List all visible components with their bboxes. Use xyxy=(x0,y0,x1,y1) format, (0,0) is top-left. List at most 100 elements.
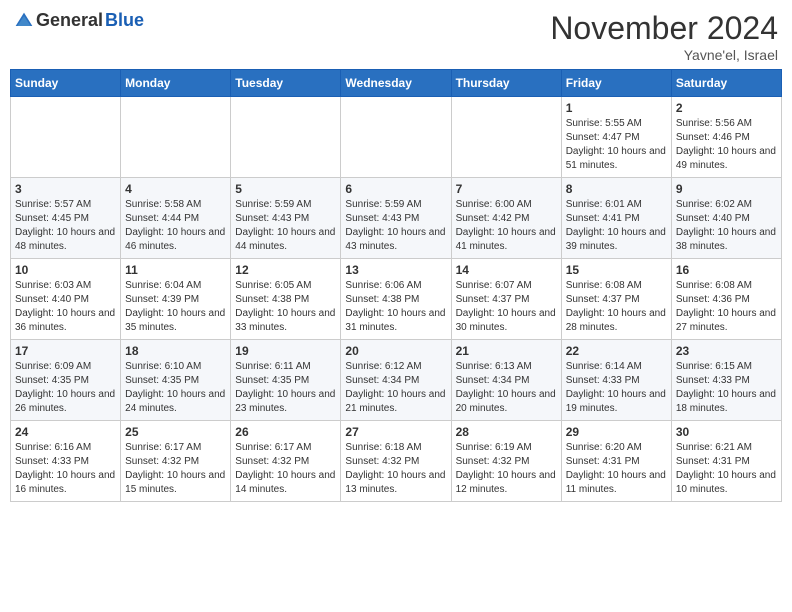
calendar-cell: 16 Sunrise: 6:08 AM Sunset: 4:36 PM Dayli… xyxy=(671,259,781,340)
day-number: 2 xyxy=(676,101,777,115)
calendar-cell: 22Sunrise: 6:14 AM Sunset: 4:33 PM Dayli… xyxy=(561,340,671,421)
day-number: 23 xyxy=(676,344,777,358)
day-number: 18 xyxy=(125,344,226,358)
day-info: Sunrise: 6:08 AM Sunset: 4:37 PM Dayligh… xyxy=(566,279,667,335)
calendar-cell: 24 Sunrise: 6:16 AM Sunset: 4:33 PM Dayli… xyxy=(11,421,121,502)
calendar-cell: 21Sunrise: 6:13 AM Sunset: 4:34 PM Dayli… xyxy=(451,340,561,421)
logo-blue-text: Blue xyxy=(105,10,144,31)
day-info: Sunrise: 5:57 AM Sunset: 4:45 PM Dayligh… xyxy=(15,198,116,254)
weekday-thursday: Thursday xyxy=(451,70,561,97)
calendar-cell: 29 Sunrise: 6:20 AM Sunset: 4:31 PM Dayli… xyxy=(561,421,671,502)
calendar-cell: 17 Sunrise: 6:09 AM Sunset: 4:35 PM Dayli… xyxy=(11,340,121,421)
calendar-cell: 2 Sunrise: 5:56 AM Sunset: 4:46 PM Daylig… xyxy=(671,97,781,178)
day-info: Sunrise: 6:13 AM Sunset: 4:34 PM Dayligh… xyxy=(456,360,557,416)
day-info: Sunrise: 6:15 AM Sunset: 4:33 PM Dayligh… xyxy=(676,360,777,416)
calendar-cell: 26Sunrise: 6:17 AM Sunset: 4:32 PM Dayli… xyxy=(231,421,341,502)
title-section: November 2024 Yavne'el, Israel xyxy=(550,10,778,63)
weekday-sunday: Sunday xyxy=(11,70,121,97)
day-info: Sunrise: 6:21 AM Sunset: 4:31 PM Dayligh… xyxy=(676,441,777,497)
day-info: Sunrise: 6:09 AM Sunset: 4:35 PM Dayligh… xyxy=(15,360,116,416)
day-info: Sunrise: 6:19 AM Sunset: 4:32 PM Dayligh… xyxy=(456,441,557,497)
calendar-cell: 27Sunrise: 6:18 AM Sunset: 4:32 PM Dayli… xyxy=(341,421,451,502)
day-info: Sunrise: 6:06 AM Sunset: 4:38 PM Dayligh… xyxy=(345,279,446,335)
calendar-week-1: 3 Sunrise: 5:57 AM Sunset: 4:45 PM Daylig… xyxy=(11,178,782,259)
day-info: Sunrise: 6:17 AM Sunset: 4:32 PM Dayligh… xyxy=(125,441,226,497)
calendar-cell: 1 Sunrise: 5:55 AM Sunset: 4:47 PM Daylig… xyxy=(561,97,671,178)
day-number: 3 xyxy=(15,182,116,196)
day-number: 30 xyxy=(676,425,777,439)
day-info: Sunrise: 6:02 AM Sunset: 4:40 PM Dayligh… xyxy=(676,198,777,254)
day-info: Sunrise: 6:12 AM Sunset: 4:34 PM Dayligh… xyxy=(345,360,446,416)
calendar-week-3: 17 Sunrise: 6:09 AM Sunset: 4:35 PM Dayli… xyxy=(11,340,782,421)
calendar-week-4: 24 Sunrise: 6:16 AM Sunset: 4:33 PM Dayli… xyxy=(11,421,782,502)
day-info: Sunrise: 6:05 AM Sunset: 4:38 PM Dayligh… xyxy=(235,279,336,335)
calendar-cell: 6 Sunrise: 5:59 AM Sunset: 4:43 PM Daylig… xyxy=(341,178,451,259)
calendar-cell: 13 Sunrise: 6:06 AM Sunset: 4:38 PM Dayli… xyxy=(341,259,451,340)
calendar-week-0: 1 Sunrise: 5:55 AM Sunset: 4:47 PM Daylig… xyxy=(11,97,782,178)
day-number: 24 xyxy=(15,425,116,439)
day-info: Sunrise: 5:58 AM Sunset: 4:44 PM Dayligh… xyxy=(125,198,226,254)
day-number: 4 xyxy=(125,182,226,196)
day-info: Sunrise: 6:03 AM Sunset: 4:40 PM Dayligh… xyxy=(15,279,116,335)
day-info: Sunrise: 6:14 AM Sunset: 4:33 PM Dayligh… xyxy=(566,360,667,416)
calendar-cell xyxy=(121,97,231,178)
calendar-cell: 20 Sunrise: 6:12 AM Sunset: 4:34 PM Dayli… xyxy=(341,340,451,421)
day-number: 5 xyxy=(235,182,336,196)
calendar-cell: 23 Sunrise: 6:15 AM Sunset: 4:33 PM Dayli… xyxy=(671,340,781,421)
calendar-week-2: 10 Sunrise: 6:03 AM Sunset: 4:40 PM Dayli… xyxy=(11,259,782,340)
logo: General Blue xyxy=(14,10,144,31)
day-number: 10 xyxy=(15,263,116,277)
day-info: Sunrise: 5:59 AM Sunset: 4:43 PM Dayligh… xyxy=(345,198,446,254)
location-label: Yavne'el, Israel xyxy=(550,47,778,63)
day-number: 13 xyxy=(345,263,446,277)
logo-general-text: General xyxy=(36,10,103,31)
calendar-cell: 15 Sunrise: 6:08 AM Sunset: 4:37 PM Dayli… xyxy=(561,259,671,340)
calendar-cell: 3 Sunrise: 5:57 AM Sunset: 4:45 PM Daylig… xyxy=(11,178,121,259)
calendar-cell: 19 Sunrise: 6:11 AM Sunset: 4:35 PM Dayli… xyxy=(231,340,341,421)
day-number: 29 xyxy=(566,425,667,439)
month-title: November 2024 xyxy=(550,10,778,47)
calendar-cell xyxy=(11,97,121,178)
weekday-tuesday: Tuesday xyxy=(231,70,341,97)
calendar-cell: 12 Sunrise: 6:05 AM Sunset: 4:38 PM Dayli… xyxy=(231,259,341,340)
day-info: Sunrise: 6:01 AM Sunset: 4:41 PM Dayligh… xyxy=(566,198,667,254)
logo-icon xyxy=(14,11,34,31)
calendar-table: SundayMondayTuesdayWednesdayThursdayFrid… xyxy=(10,69,782,502)
day-number: 19 xyxy=(235,344,336,358)
day-number: 20 xyxy=(345,344,446,358)
calendar-header: SundayMondayTuesdayWednesdayThursdayFrid… xyxy=(11,70,782,97)
day-number: 16 xyxy=(676,263,777,277)
calendar-cell: 10 Sunrise: 6:03 AM Sunset: 4:40 PM Dayli… xyxy=(11,259,121,340)
day-info: Sunrise: 6:00 AM Sunset: 4:42 PM Dayligh… xyxy=(456,198,557,254)
day-info: Sunrise: 6:20 AM Sunset: 4:31 PM Dayligh… xyxy=(566,441,667,497)
calendar-cell xyxy=(451,97,561,178)
day-info: Sunrise: 6:16 AM Sunset: 4:33 PM Dayligh… xyxy=(15,441,116,497)
calendar-cell: 8 Sunrise: 6:01 AM Sunset: 4:41 PM Daylig… xyxy=(561,178,671,259)
day-info: Sunrise: 5:55 AM Sunset: 4:47 PM Dayligh… xyxy=(566,117,667,173)
day-number: 15 xyxy=(566,263,667,277)
calendar-cell: 4 Sunrise: 5:58 AM Sunset: 4:44 PM Daylig… xyxy=(121,178,231,259)
day-number: 17 xyxy=(15,344,116,358)
day-number: 27 xyxy=(345,425,446,439)
day-number: 12 xyxy=(235,263,336,277)
day-number: 9 xyxy=(676,182,777,196)
calendar-cell: 25Sunrise: 6:17 AM Sunset: 4:32 PM Dayli… xyxy=(121,421,231,502)
weekday-wednesday: Wednesday xyxy=(341,70,451,97)
day-info: Sunrise: 6:08 AM Sunset: 4:36 PM Dayligh… xyxy=(676,279,777,335)
day-number: 1 xyxy=(566,101,667,115)
day-number: 6 xyxy=(345,182,446,196)
day-number: 7 xyxy=(456,182,557,196)
day-info: Sunrise: 6:11 AM Sunset: 4:35 PM Dayligh… xyxy=(235,360,336,416)
calendar-cell xyxy=(341,97,451,178)
calendar-cell xyxy=(231,97,341,178)
calendar-cell: 11Sunrise: 6:04 AM Sunset: 4:39 PM Dayli… xyxy=(121,259,231,340)
day-number: 8 xyxy=(566,182,667,196)
weekday-header-row: SundayMondayTuesdayWednesdayThursdayFrid… xyxy=(11,70,782,97)
weekday-friday: Friday xyxy=(561,70,671,97)
day-info: Sunrise: 5:56 AM Sunset: 4:46 PM Dayligh… xyxy=(676,117,777,173)
day-number: 14 xyxy=(456,263,557,277)
calendar-cell: 14 Sunrise: 6:07 AM Sunset: 4:37 PM Dayli… xyxy=(451,259,561,340)
day-info: Sunrise: 6:07 AM Sunset: 4:37 PM Dayligh… xyxy=(456,279,557,335)
day-info: Sunrise: 5:59 AM Sunset: 4:43 PM Dayligh… xyxy=(235,198,336,254)
day-number: 28 xyxy=(456,425,557,439)
